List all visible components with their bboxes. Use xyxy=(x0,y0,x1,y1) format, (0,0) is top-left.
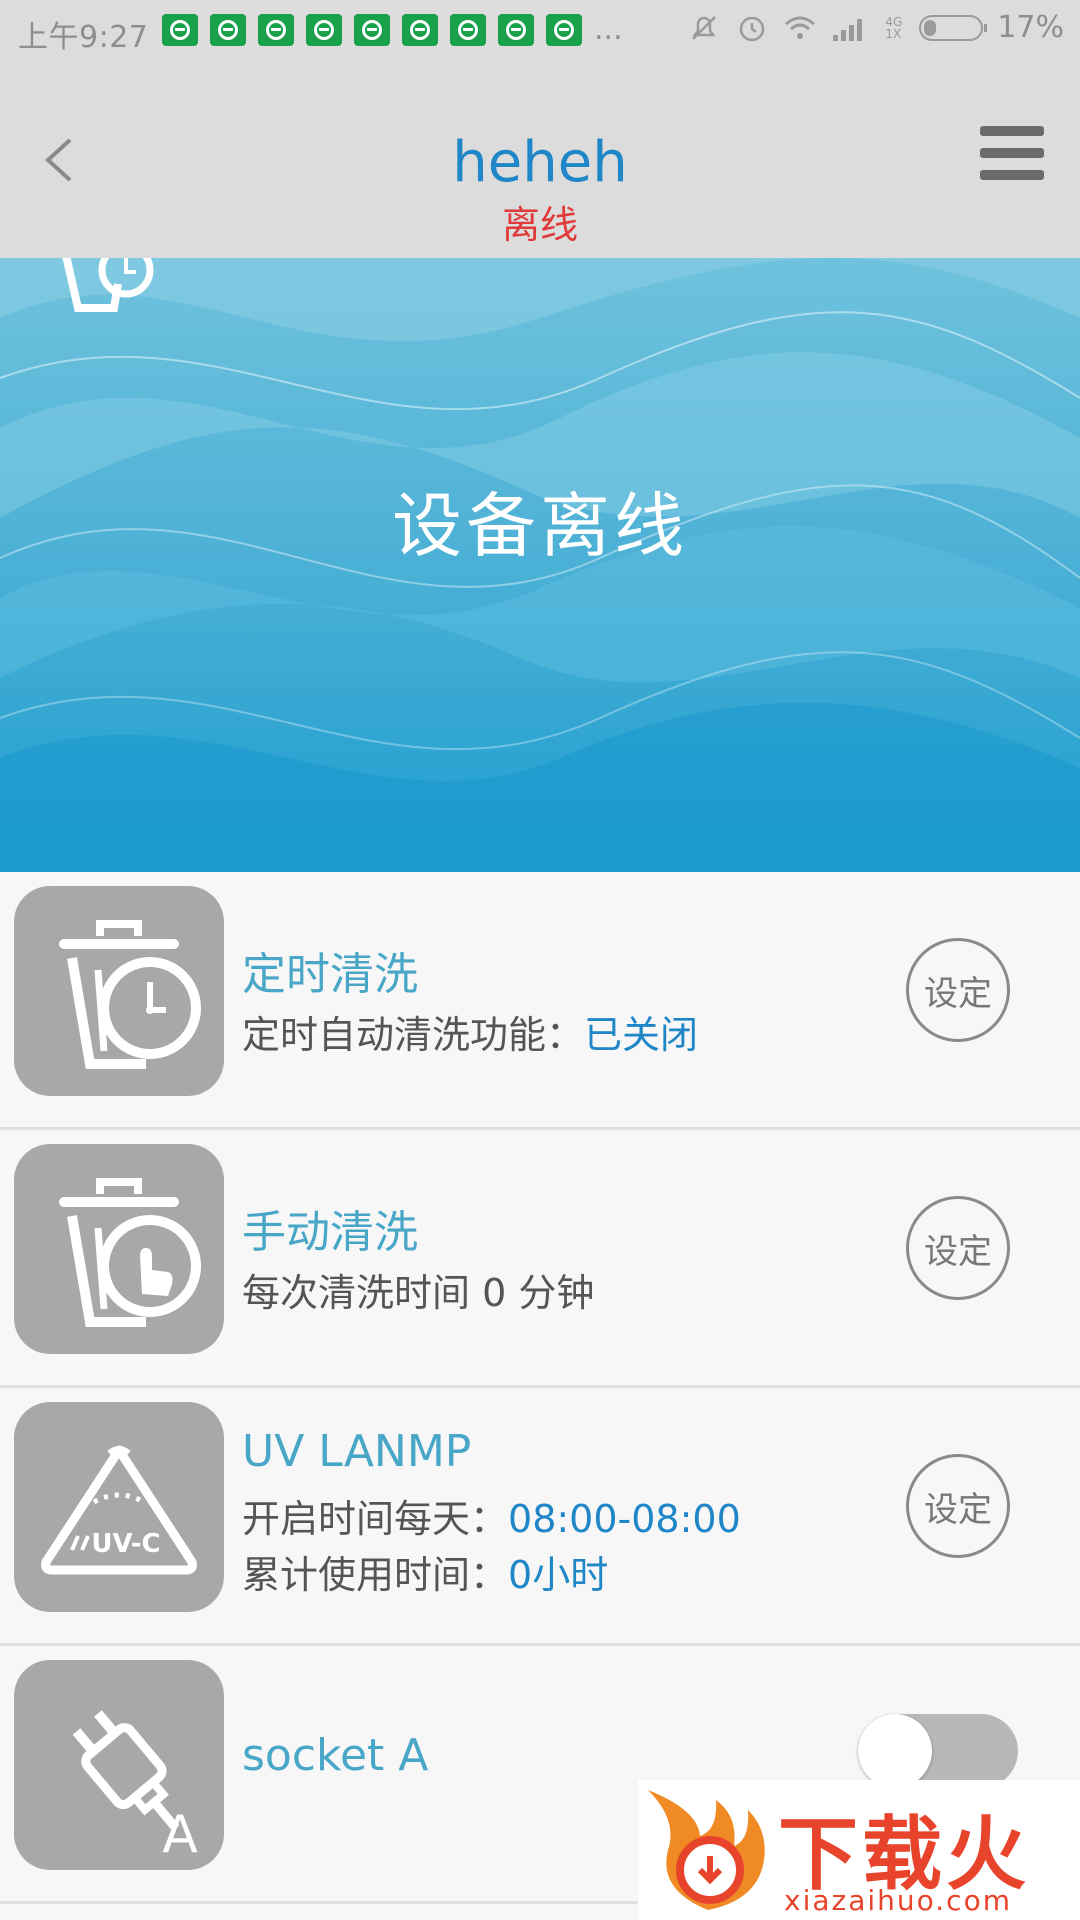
toggle-knob xyxy=(858,1714,932,1788)
more-notifications-indicator: ... xyxy=(594,12,623,47)
app-notification-icon xyxy=(210,14,246,46)
detail-label: 累计使用时间： xyxy=(242,1553,509,1597)
app-header: heheh 离线 xyxy=(0,62,1080,258)
detail-value: 08:00-08:00 xyxy=(508,1497,741,1541)
row-title: UV LANMP xyxy=(242,1426,472,1477)
app-notification-icon xyxy=(450,14,486,46)
uv-lamp-icon: UV-C xyxy=(14,1402,224,1612)
list-item-manual-clean: 手动清洗 每次清洗时间 0 分钟 设定 xyxy=(0,1130,1080,1388)
detail-label: 开启时间每天： xyxy=(242,1497,509,1541)
battery-percent: 17% xyxy=(997,10,1064,45)
notification-icons: ... xyxy=(162,14,623,46)
silent-bell-icon xyxy=(692,15,717,40)
signal-strength-icon xyxy=(833,18,863,41)
app-notification-icon xyxy=(402,14,438,46)
flame-logo-icon xyxy=(648,1790,765,1910)
detail-label: 定时自动清洗功能： xyxy=(242,1013,585,1057)
row-detail: 定时自动清洗功能：已关闭 xyxy=(242,1004,698,1059)
app-notification-icon xyxy=(162,14,198,46)
row-title: 手动清洗 xyxy=(242,1207,418,1258)
status-time: 上午9:27 xyxy=(18,20,149,55)
watermark-logo: 下载火 xiazaihuo.com xyxy=(638,1780,1080,1920)
app-notification-icon xyxy=(258,14,294,46)
alarm-clock-icon xyxy=(740,16,765,41)
device-status-banner: 设备离线 xyxy=(0,258,1080,872)
detail-value: 0小时 xyxy=(508,1553,609,1597)
row-detail-usage: 累计使用时间：0小时 xyxy=(242,1544,608,1599)
device-status-label: 离线 xyxy=(501,203,578,247)
network-type-label: 4G 1X xyxy=(885,14,903,41)
timer-clean-icon xyxy=(14,886,224,1096)
app-notification-icon xyxy=(498,14,534,46)
wifi-icon xyxy=(785,16,816,39)
socket-a-toggle[interactable] xyxy=(858,1714,1018,1788)
timer-clean-icon xyxy=(62,258,154,312)
watermark-url: xiazaihuo.com xyxy=(784,1884,1012,1917)
list-item-timed-clean: 定时清洗 定时自动清洗功能：已关闭 设定 xyxy=(0,872,1080,1130)
timed-clean-set-button[interactable]: 设定 xyxy=(906,938,1010,1042)
row-title: socket A xyxy=(242,1730,429,1781)
battery-icon xyxy=(919,14,988,41)
status-bar: 上午9:27 ... 4G 1X 17% xyxy=(0,0,1080,62)
app-notification-icon xyxy=(354,14,390,46)
uv-lamp-set-button[interactable]: 设定 xyxy=(906,1454,1010,1558)
manual-clean-set-button[interactable]: 设定 xyxy=(906,1196,1010,1300)
app-notification-icon xyxy=(306,14,342,46)
manual-clean-icon xyxy=(14,1144,224,1354)
list-item-uv-lamp: UV-C UV LANMP 开启时间每天：08:00-08:00 累计使用时间：… xyxy=(0,1388,1080,1646)
hamburger-menu-icon[interactable] xyxy=(980,126,1044,190)
offline-message: 设备离线 xyxy=(392,485,688,567)
socket-letter: A xyxy=(162,1805,198,1865)
device-name-title: heheh xyxy=(452,130,628,195)
app-notification-icon xyxy=(546,14,582,46)
row-detail-schedule: 开启时间每天：08:00-08:00 xyxy=(242,1488,741,1543)
uv-c-label: UV-C xyxy=(91,1529,160,1559)
row-title: 定时清洗 xyxy=(242,949,418,1000)
detail-value: 已关闭 xyxy=(584,1013,699,1057)
socket-plug-icon: A xyxy=(14,1660,224,1870)
row-detail: 每次清洗时间 0 分钟 xyxy=(242,1271,595,1315)
status-icons: 4G 1X 17% xyxy=(687,10,1064,45)
